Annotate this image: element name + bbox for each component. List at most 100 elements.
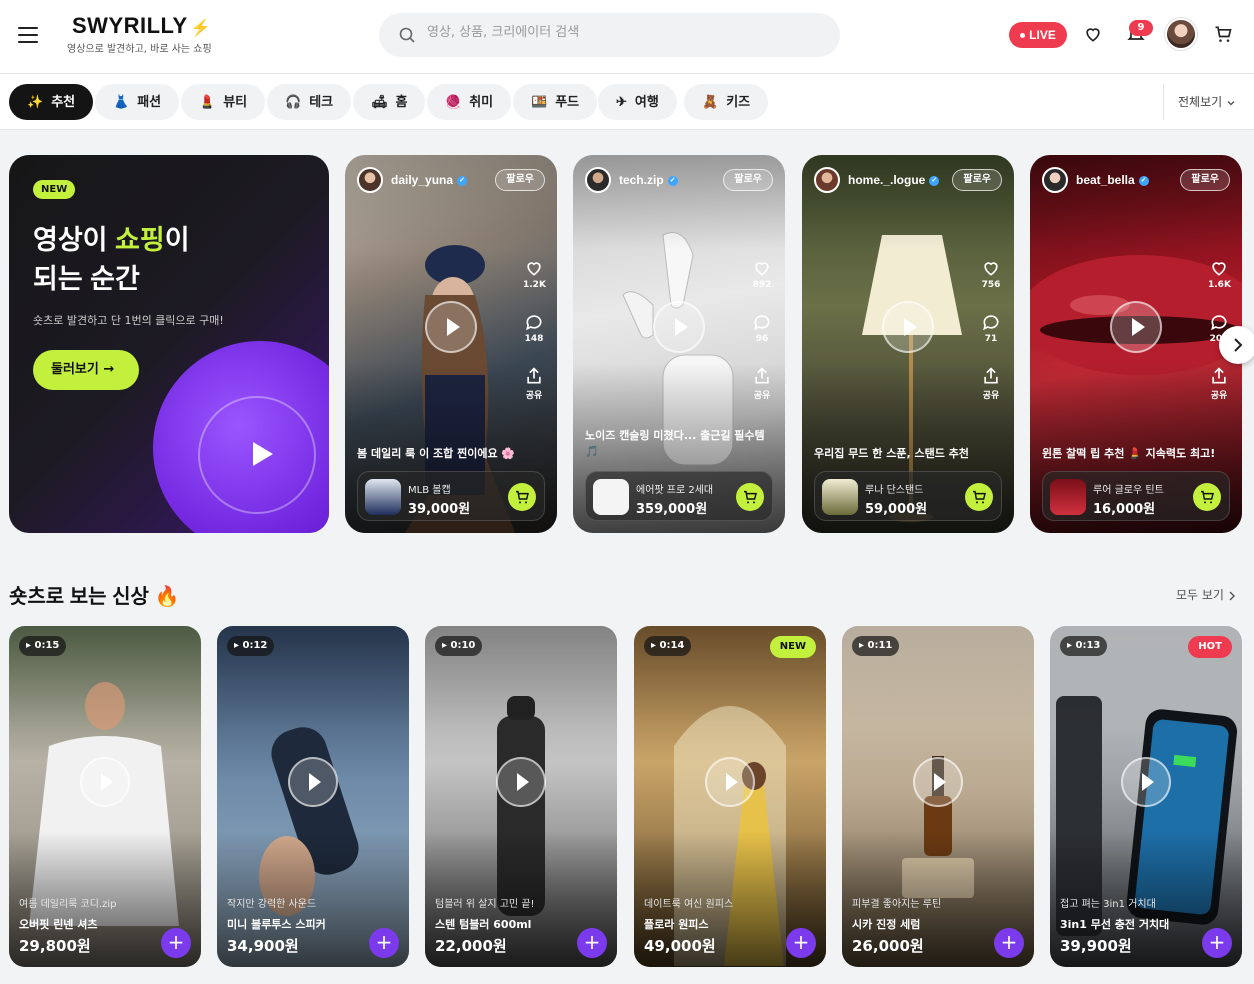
video-card[interactable]: beat_bella✓ 팔로우 1.6K 203 공유 윈톤 찰떡 립 추천 💄…: [1030, 155, 1242, 533]
short-product-name: 스텐 텀블러 600ml: [435, 918, 532, 931]
cart-icon[interactable]: [1213, 24, 1233, 44]
add-to-cart-button[interactable]: [508, 483, 536, 511]
category-chip-travel[interactable]: ✈ 여행: [598, 84, 677, 120]
play-button[interactable]: [913, 757, 963, 807]
play-icon[interactable]: [253, 442, 273, 466]
comment-action[interactable]: 148: [523, 312, 545, 344]
play-button[interactable]: [288, 757, 338, 807]
creator-avatar[interactable]: [585, 167, 611, 193]
category-chip-kids[interactable]: 🧸 키즈: [684, 84, 769, 120]
add-button[interactable]: +: [577, 928, 607, 958]
share-action[interactable]: 공유: [1208, 366, 1230, 401]
comment-action[interactable]: 71: [980, 312, 1002, 344]
carousel-next-button[interactable]: [1219, 326, 1254, 364]
video-card[interactable]: home._.logue ✓ 팔로우 756 71 공유 우리집 무드 한 스푼,…: [802, 155, 1014, 533]
creator-avatar[interactable]: [357, 167, 383, 193]
short-card[interactable]: ▸ 0:10 텀블러 위 살지 고민 끝! 스텐 텀블러 600ml 22,00…: [425, 626, 617, 967]
section-view-all[interactable]: 모두 보기: [1176, 586, 1236, 603]
product-card[interactable]: MLB 볼캡 39,000원: [357, 471, 545, 521]
category-chip-beauty[interactable]: 💄 뷰티: [181, 84, 266, 120]
duration-badge: ▸ 0:10: [435, 636, 483, 656]
share-icon: [984, 367, 998, 384]
verified-icon: ✓: [667, 175, 678, 186]
short-product-price: 26,000원: [852, 937, 924, 955]
view-all-label: 전체보기: [1178, 95, 1223, 109]
explore-button[interactable]: 둘러보기 →: [33, 350, 139, 390]
section-title: 숏츠로 보는 신상 🔥: [9, 586, 180, 608]
creator-name[interactable]: daily_yuna ✓: [391, 173, 468, 187]
chip-label: 홈: [395, 94, 408, 109]
category-chip-hobby[interactable]: 🧶 취미: [427, 84, 512, 120]
video-card[interactable]: tech.zip ✓ 팔로우 892 96 공유 노이즈 캔슬링 미쳤다... 출…: [573, 155, 785, 533]
category-view-all[interactable]: 전체보기: [1163, 84, 1236, 120]
play-button[interactable]: [705, 757, 755, 807]
follow-button[interactable]: 팔로우: [952, 169, 1002, 191]
product-card[interactable]: 루어 글로우 틴트 16,000원: [1042, 471, 1230, 521]
like-count: 1.6K: [1208, 280, 1231, 290]
product-card[interactable]: 에어팟 프로 2세대 359,000원: [585, 471, 773, 521]
share-icon: [1212, 367, 1226, 384]
chip-label: 테크: [309, 94, 334, 109]
heart-icon: [984, 262, 998, 276]
add-to-cart-button[interactable]: [1193, 483, 1221, 511]
short-card[interactable]: ▸ 0:13 HOT 접고 펴는 3in1 거치대 3in1 무선 충전 거치대…: [1050, 626, 1242, 967]
add-to-cart-button[interactable]: [736, 483, 764, 511]
category-chip-tech[interactable]: 🎧 테크: [267, 84, 352, 120]
like-action[interactable]: 892: [751, 258, 773, 290]
share-icon: [527, 367, 541, 384]
comment-action[interactable]: 96: [751, 312, 773, 344]
hero-title-part: 영상이: [33, 225, 116, 255]
add-button[interactable]: +: [369, 928, 399, 958]
share-action[interactable]: 공유: [751, 366, 773, 401]
like-action[interactable]: 1.2K: [523, 258, 546, 290]
like-action[interactable]: 756: [980, 258, 1002, 290]
play-button[interactable]: [882, 301, 934, 353]
add-button[interactable]: +: [161, 928, 191, 958]
add-button[interactable]: +: [994, 928, 1024, 958]
heart-icon[interactable]: [1083, 24, 1103, 44]
product-card[interactable]: 루나 단스탠드 59,000원: [814, 471, 1002, 521]
video-card[interactable]: daily_yuna ✓ 팔로우 1.2K 148 공유 봄 데일리 룩 이 조합…: [345, 155, 557, 533]
add-button[interactable]: +: [786, 928, 816, 958]
search-input[interactable]: [427, 25, 807, 40]
share-label: 공유: [753, 391, 771, 401]
creator-name[interactable]: home._.logue ✓: [848, 173, 940, 187]
logo[interactable]: SWYRILLY ⚡: [72, 13, 211, 39]
add-button[interactable]: +: [1202, 928, 1232, 958]
creator-avatar[interactable]: [814, 167, 840, 193]
like-action[interactable]: 1.6K: [1208, 258, 1231, 290]
profile-avatar[interactable]: [1165, 18, 1197, 50]
play-button[interactable]: [496, 757, 546, 807]
short-card[interactable]: ▸ 0:11 피부결 좋아지는 루틴 시카 진정 세럼 26,000원 +: [842, 626, 1034, 967]
heart-icon: [527, 262, 541, 276]
chip-label: 취미: [469, 94, 494, 109]
add-to-cart-button[interactable]: [965, 483, 993, 511]
share-action[interactable]: 공유: [980, 366, 1002, 401]
short-card[interactable]: ▸ 0:12 작지만 강력한 사운드 미니 블루투스 스피커 34,900원 +: [217, 626, 409, 967]
category-chip-home[interactable]: 🛋 홈: [353, 84, 426, 120]
play-button[interactable]: [425, 301, 477, 353]
play-button[interactable]: [1121, 757, 1171, 807]
category-chip-fashion[interactable]: 👗 패션: [95, 84, 180, 120]
search-bar[interactable]: [379, 13, 840, 57]
play-button[interactable]: [1110, 301, 1162, 353]
share-action[interactable]: 공유: [523, 366, 545, 401]
dress-icon: 👗: [113, 94, 130, 109]
creator-name[interactable]: tech.zip ✓: [619, 173, 678, 187]
follow-button[interactable]: 팔로우: [1180, 169, 1230, 191]
creator-avatar[interactable]: [1042, 167, 1068, 193]
play-button[interactable]: [80, 757, 130, 807]
hamburger-menu-icon[interactable]: [18, 27, 38, 43]
live-button[interactable]: LIVE: [1009, 22, 1067, 48]
follow-button[interactable]: 팔로우: [495, 169, 545, 191]
short-card[interactable]: ▸ 0:15 여름 데일리룩 코디.zip 오버핏 린넨 셔츠 29,800원 …: [9, 626, 201, 967]
short-card[interactable]: ▸ 0:14 NEW 데이트룩 여신 원피스 플로라 원피스 49,000원 +: [634, 626, 826, 967]
hero-banner[interactable]: NEW 영상이 쇼핑이 되는 순간 숏츠로 발견하고 단 1번의 클릭으로 구매!…: [9, 155, 329, 533]
category-chip-recommend[interactable]: ✨ 추천: [9, 84, 94, 120]
follow-button[interactable]: 팔로우: [723, 169, 773, 191]
creator-name[interactable]: beat_bella ✓: [1076, 173, 1149, 187]
creator-handle: tech.zip: [619, 173, 664, 187]
play-button[interactable]: [653, 301, 705, 353]
category-chip-food[interactable]: 🍱 푸드: [513, 84, 598, 120]
short-product-price: 49,000원: [644, 937, 716, 955]
